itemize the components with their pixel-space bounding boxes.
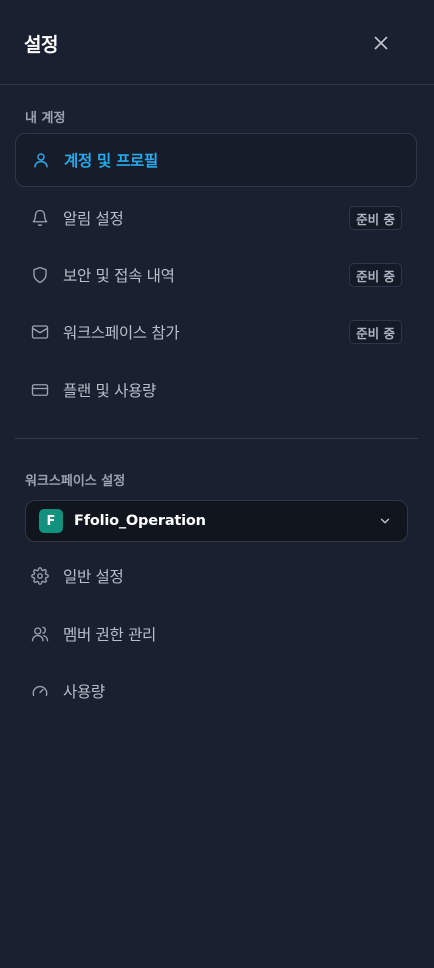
menu-item-label: 플랜 및 사용량: [63, 382, 157, 400]
menu-item-label: 사용량: [63, 683, 105, 701]
credit-card-icon: [30, 380, 50, 400]
mail-icon: [30, 322, 50, 342]
users-icon: [30, 624, 50, 644]
account-section-title: 내 계정: [25, 111, 66, 126]
workspace-section-title: 워크스페이스 설정: [25, 474, 126, 489]
bell-icon: [30, 208, 50, 228]
gauge-icon: [30, 681, 50, 701]
shield-icon: [30, 265, 50, 285]
menu-item-general-settings[interactable]: 일반 설정: [15, 549, 417, 603]
menu-item-notification-settings[interactable]: 알림 설정 준비 중: [15, 191, 417, 245]
status-badge: 준비 중: [349, 320, 402, 344]
workspace-avatar: F: [39, 509, 63, 533]
user-icon: [31, 150, 51, 170]
section-divider: [15, 438, 418, 439]
menu-item-join-workspace[interactable]: 워크스페이스 참가 준비 중: [15, 305, 417, 359]
workspace-name: Ffolio_Operation: [74, 513, 206, 529]
menu-item-label: 계정 및 프로필: [64, 152, 158, 170]
chevron-down-icon: [377, 513, 393, 529]
menu-item-label: 워크스페이스 참가: [63, 324, 180, 342]
menu-item-usage[interactable]: 사용량: [15, 664, 417, 718]
gear-icon: [30, 566, 50, 586]
menu-item-label: 알림 설정: [63, 210, 124, 228]
status-badge: 준비 중: [349, 263, 402, 287]
close-button[interactable]: [368, 30, 394, 56]
workspace-selector[interactable]: F Ffolio_Operation: [25, 500, 408, 542]
menu-item-plan-usage[interactable]: 플랜 및 사용량: [15, 363, 417, 417]
menu-item-account-profile[interactable]: 계정 및 프로필: [15, 133, 417, 187]
menu-item-security-history[interactable]: 보안 및 접속 내역 준비 중: [15, 248, 417, 302]
settings-header: 설정: [0, 0, 434, 85]
menu-item-label: 보안 및 접속 내역: [63, 267, 175, 285]
status-badge: 준비 중: [349, 206, 402, 230]
menu-item-member-permissions[interactable]: 멤버 권한 관리: [15, 607, 417, 661]
menu-item-label: 일반 설정: [63, 568, 124, 586]
page-title: 설정: [24, 34, 58, 56]
close-icon: [374, 36, 388, 50]
menu-item-label: 멤버 권한 관리: [63, 626, 157, 644]
